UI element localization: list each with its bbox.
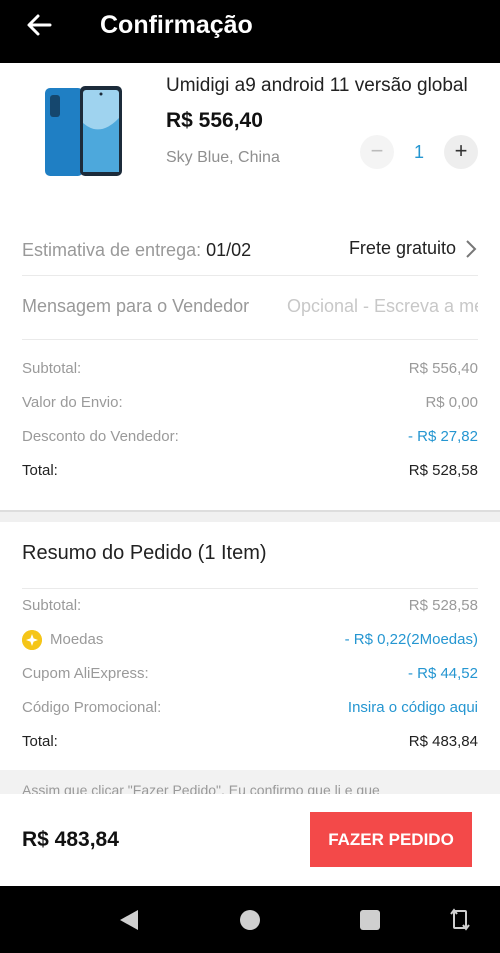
order-subtotal-row: Subtotal: R$ 528,58 <box>22 593 478 621</box>
nav-back-icon[interactable] <box>118 908 140 932</box>
order-summary-separator <box>22 588 478 589</box>
summary-subtotal-row: Subtotal: R$ 556,40 <box>22 356 478 384</box>
order-subtotal-label: Subtotal: <box>22 597 82 614</box>
delivery-estimate: Estimativa de entrega: 01/02 <box>22 240 251 261</box>
summary-shipping-label: Valor do Envio: <box>22 394 123 411</box>
product-title[interactable]: Umidigi a9 android 11 versão global <box>166 75 481 97</box>
nav-recent-icon[interactable] <box>360 910 380 930</box>
summary-discount-row: Desconto do Vendedor: - R$ 27,82 <box>22 424 478 452</box>
order-total-row: Total: R$ 483,84 <box>22 729 478 757</box>
order-coins-label: Moedas <box>50 631 104 648</box>
chevron-right-icon[interactable] <box>464 238 478 260</box>
order-coins-row[interactable]: Moedas - R$ 0,22(2Moedas) <box>22 627 478 655</box>
order-promo-row[interactable]: Código Promocional: Insira o código aqui <box>22 695 478 723</box>
order-subtotal-value: R$ 528,58 <box>408 597 478 614</box>
product-variant: Sky Blue, China <box>166 149 280 166</box>
rotate-icon[interactable] <box>450 906 470 932</box>
summary-subtotal-label: Subtotal: <box>22 360 82 377</box>
product-price: R$ 556,40 <box>166 109 263 132</box>
checkout-total: R$ 483,84 <box>22 828 119 851</box>
seller-message-label: Mensagem para o Vendedor <box>22 296 250 316</box>
legal-notice: Assim que clicar "Fazer Pedido", Eu conf… <box>0 770 500 794</box>
summary-total-row: Total: R$ 528,58 <box>22 458 478 486</box>
quantity-increase-button[interactable]: + <box>444 135 478 169</box>
order-summary-title: Resumo do Pedido (1 Item) <box>22 542 267 564</box>
back-arrow-icon[interactable] <box>24 10 54 40</box>
summary-discount-label: Desconto do Vendedor: <box>22 428 179 445</box>
order-total-label: Total: <box>22 733 58 750</box>
delivery-date: 01/02 <box>206 240 252 260</box>
summary-subtotal-value: R$ 556,40 <box>408 360 478 377</box>
checkout-bar: R$ 483,84 FAZER PEDIDO <box>0 794 500 886</box>
place-order-button[interactable]: FAZER PEDIDO <box>310 812 472 867</box>
quantity-decrease-button[interactable]: − <box>360 135 394 169</box>
shipping-option[interactable]: Frete gratuito <box>349 238 456 259</box>
summary-shipping-row: Valor do Envio: R$ 0,00 <box>22 390 478 418</box>
seller-message-row: Mensagem para o Vendedor <box>22 276 478 340</box>
legal-notice-text: Assim que clicar "Fazer Pedido", Eu conf… <box>22 782 380 794</box>
quantity-value: 1 <box>413 142 424 162</box>
summary-discount-value: - R$ 27,82 <box>407 428 478 445</box>
summary-shipping-value: R$ 0,00 <box>425 394 478 411</box>
delivery-label: Estimativa de entrega: <box>22 240 207 260</box>
app-header: Confirmação <box>0 0 500 63</box>
system-nav-bar <box>0 886 500 953</box>
summary-total-label: Total: <box>22 462 58 479</box>
order-total-value: R$ 483,84 <box>408 733 478 750</box>
order-coupon-label: Cupom AliExpress: <box>22 665 149 682</box>
promo-code-link[interactable]: Insira o código aqui <box>348 699 478 716</box>
nav-home-icon[interactable] <box>240 910 260 930</box>
product-image[interactable] <box>40 83 130 183</box>
product-card: Umidigi a9 android 11 versão global R$ 5… <box>0 63 500 211</box>
order-coupon-row[interactable]: Cupom AliExpress: - R$ 44,52 <box>22 661 478 689</box>
coin-icon <box>22 630 42 650</box>
delivery-row[interactable]: Estimativa de entrega: 01/02 Frete gratu… <box>22 224 478 276</box>
page-title: Confirmação <box>100 11 253 39</box>
seller-message-input[interactable] <box>287 296 478 317</box>
summary-total-value: R$ 528,58 <box>408 462 478 479</box>
order-coins-value[interactable]: - R$ 0,22(2Moedas) <box>345 631 478 648</box>
order-promo-label: Código Promocional: <box>22 699 162 716</box>
order-coupon-value[interactable]: - R$ 44,52 <box>408 665 478 682</box>
section-divider <box>0 510 500 522</box>
